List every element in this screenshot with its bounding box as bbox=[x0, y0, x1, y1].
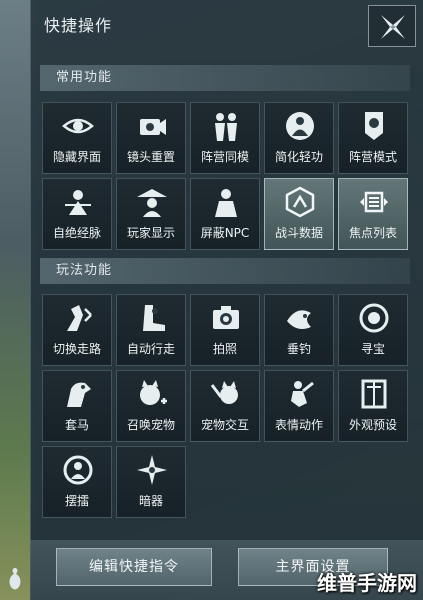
quick-action-label: 切换走路 bbox=[52, 342, 101, 356]
treasure-hunt-icon bbox=[359, 303, 389, 333]
fishing-icon bbox=[287, 310, 311, 329]
quick-action-label: 垂钓 bbox=[286, 342, 311, 356]
quick-action-label: 阵营同模 bbox=[200, 150, 249, 164]
faction-banner-icon bbox=[365, 112, 383, 140]
quick-action-label: 拍照 bbox=[212, 342, 237, 356]
quick-action-label: 表情动作 bbox=[274, 418, 323, 432]
battle-data-icon bbox=[285, 186, 315, 218]
close-button[interactable] bbox=[368, 5, 416, 47]
hide-npc-icon bbox=[215, 189, 237, 217]
walk-toggle-icon bbox=[67, 305, 92, 331]
quick-action-hide-npc[interactable]: 屏蔽NPC bbox=[190, 178, 260, 250]
quick-action-label: 自动行走 bbox=[126, 342, 175, 356]
quick-action-lasso-horse[interactable]: 套马 bbox=[42, 370, 112, 442]
quick-action-label: 暗器 bbox=[138, 494, 163, 508]
section-header-common: 常用功能 bbox=[40, 65, 410, 91]
gourd-icon[interactable] bbox=[4, 566, 26, 592]
watermark: 维普手游网 bbox=[317, 571, 417, 595]
quick-action-appearance-preset[interactable]: 外观预设 bbox=[338, 370, 408, 442]
quick-action-label: 镜头重置 bbox=[126, 150, 175, 164]
camera-reset-icon bbox=[140, 119, 166, 135]
quick-action-auto-walk[interactable]: 自动行走 bbox=[116, 294, 186, 366]
quick-action-label: 战斗数据 bbox=[274, 226, 323, 240]
panel-title: 快捷操作 bbox=[44, 16, 113, 35]
quick-action-focus-list[interactable]: 焦点列表 bbox=[338, 178, 408, 250]
lasso-horse-icon bbox=[67, 382, 91, 407]
quick-action-label: 屏蔽NPC bbox=[200, 226, 250, 240]
close-x-icon bbox=[381, 15, 405, 39]
quick-action-label: 套马 bbox=[64, 418, 89, 432]
arena-icon bbox=[63, 455, 93, 485]
emote-icon bbox=[291, 381, 314, 407]
quick-action-eye[interactable]: 隐藏界面 bbox=[42, 102, 112, 174]
edit-shortcuts-button[interactable]: 编辑快捷指令 bbox=[56, 548, 212, 586]
quick-action-label: 摆擂 bbox=[64, 494, 89, 508]
section-header-gameplay: 玩法功能 bbox=[40, 258, 410, 284]
quick-action-label: 宠物交互 bbox=[200, 418, 249, 432]
quick-action-label: 外观预设 bbox=[348, 418, 397, 432]
quick-action-arena[interactable]: 摆擂 bbox=[42, 446, 112, 518]
quick-action-label: 隐藏界面 bbox=[52, 150, 101, 164]
summon-pet-icon bbox=[140, 380, 167, 405]
photo-camera-icon bbox=[213, 306, 239, 329]
player-display-icon bbox=[137, 189, 167, 217]
quick-action-battle-data[interactable]: 战斗数据 bbox=[264, 178, 334, 250]
quick-action-fishing[interactable]: 垂钓 bbox=[264, 294, 334, 366]
quick-action-label: 简化轻功 bbox=[274, 150, 323, 164]
quick-action-hidden-weapon[interactable]: 暗器 bbox=[116, 446, 186, 518]
quick-action-player-display[interactable]: 玩家显示 bbox=[116, 178, 186, 250]
pet-interact-icon bbox=[210, 381, 238, 404]
appearance-preset-icon bbox=[361, 379, 387, 409]
quick-action-faction-banner[interactable]: 阵营模式 bbox=[338, 102, 408, 174]
simplify-qinggong-icon bbox=[286, 112, 314, 140]
quick-action-label: 召唤宠物 bbox=[126, 418, 175, 432]
quick-action-treasure-hunt[interactable]: 寻宝 bbox=[338, 294, 408, 366]
faction-model-icon bbox=[215, 113, 237, 141]
quick-action-pet-interact[interactable]: 宠物交互 bbox=[190, 370, 260, 442]
quick-action-label: 阵营模式 bbox=[348, 150, 397, 164]
quick-action-simplify-qinggong[interactable]: 简化轻功 bbox=[264, 102, 334, 174]
quick-action-walk-toggle[interactable]: 切换走路 bbox=[42, 294, 112, 366]
focus-list-icon bbox=[360, 191, 388, 213]
common-functions-grid: 隐藏界面 镜头重置 阵营同模 简化轻功 阵营模式自绝经脉 玩家显示 屏蔽NPC 战斗数据 焦点列… bbox=[42, 102, 408, 250]
quick-action-label: 寻宝 bbox=[360, 342, 385, 356]
quick-action-camera-reset[interactable]: 镜头重置 bbox=[116, 102, 186, 174]
quick-action-label: 焦点列表 bbox=[348, 226, 397, 240]
eye-icon bbox=[62, 118, 94, 134]
gameplay-functions-grid: 切换走路 自动行走 拍照 垂钓 寻宝套马 召唤宠物 宠物交互 表情动作 外观预设摆擂 暗器 bbox=[42, 294, 408, 518]
quick-action-label: 玩家显示 bbox=[126, 226, 175, 240]
quick-action-photo-camera[interactable]: 拍照 bbox=[190, 294, 260, 366]
quick-action-summon-pet[interactable]: 召唤宠物 bbox=[116, 370, 186, 442]
quick-action-faction-model[interactable]: 阵营同模 bbox=[190, 102, 260, 174]
quick-action-label: 自绝经脉 bbox=[52, 226, 101, 240]
self-destruct-icon bbox=[65, 190, 91, 215]
quick-action-self-destruct[interactable]: 自绝经脉 bbox=[42, 178, 112, 250]
auto-walk-icon bbox=[143, 305, 165, 331]
hidden-weapon-icon bbox=[137, 455, 167, 485]
quick-action-emote[interactable]: 表情动作 bbox=[264, 370, 334, 442]
